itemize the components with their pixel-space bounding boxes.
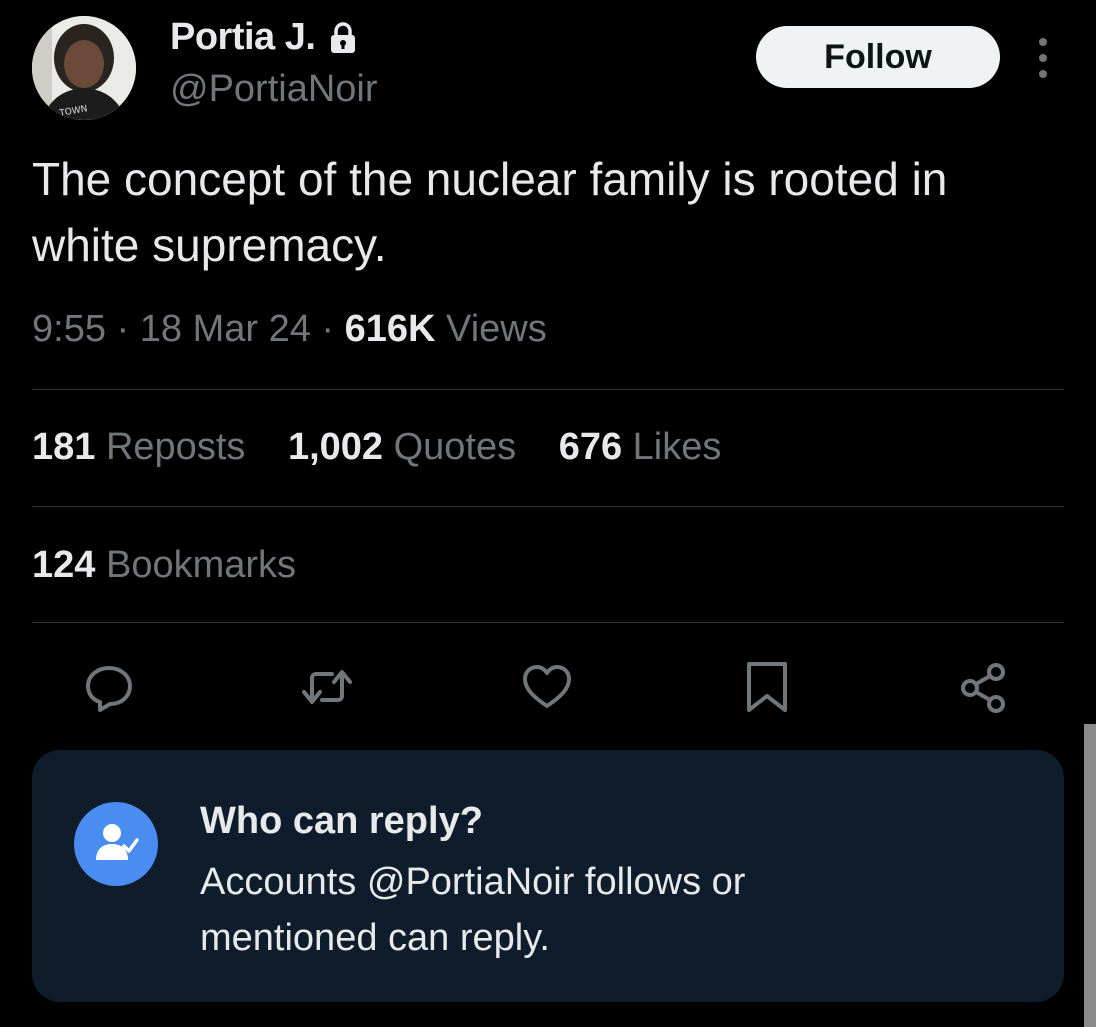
engagement-stats: 181 Reposts 1,002 Quotes 676 Likes	[32, 426, 753, 469]
share-icon[interactable]	[958, 660, 1012, 714]
meta-separator: ·	[116, 308, 130, 350]
repost-icon[interactable]	[300, 660, 354, 714]
avatar[interactable]: TOWN	[32, 16, 136, 120]
who-can-reply-description: Accounts @PortiaNoir follows or mentione…	[200, 861, 746, 959]
likes-count: 676	[558, 426, 623, 468]
author-handle[interactable]: @PortiaNoir	[170, 68, 378, 111]
follow-button[interactable]: Follow	[756, 26, 1000, 88]
scrollbar[interactable]	[1084, 724, 1096, 1027]
who-can-reply-title: Who can reply?	[200, 800, 483, 842]
avatar-image: TOWN	[32, 16, 136, 120]
tweet-text: The concept of the nuclear family is roo…	[32, 153, 948, 271]
author-name[interactable]: Portia J.	[170, 16, 316, 59]
quotes-stat[interactable]: 1,002 Quotes	[288, 426, 516, 468]
bookmarks-count: 124	[32, 544, 96, 586]
divider	[32, 622, 1064, 623]
user-check-icon	[74, 802, 158, 886]
meta-separator: ·	[321, 308, 335, 350]
divider	[32, 389, 1064, 390]
views-count: 616K	[344, 308, 436, 350]
reposts-stat[interactable]: 181 Reposts	[32, 426, 245, 468]
likes-label: Likes	[632, 426, 722, 468]
tweet-time[interactable]: 9:55	[32, 308, 106, 350]
tweet-meta: 9:55 · 18 Mar 24 · 616K Views	[32, 308, 547, 351]
lock-icon	[327, 21, 359, 55]
views-label: Views	[446, 308, 547, 350]
bookmark-icon[interactable]	[740, 660, 794, 714]
bookmarks-label: Bookmarks	[105, 544, 297, 586]
bookmarks-stat[interactable]: 124 Bookmarks	[32, 544, 296, 587]
reposts-count: 181	[32, 426, 96, 468]
author-name-row: Portia J.	[170, 16, 359, 59]
reply-icon[interactable]	[82, 660, 136, 714]
tweet-date[interactable]: 18 Mar 24	[140, 308, 311, 350]
like-icon[interactable]	[520, 660, 574, 714]
tweet-header: TOWN Portia J. @PortiaNoir Follow	[0, 0, 1096, 130]
more-vertical-icon[interactable]	[1028, 36, 1058, 80]
reposts-label: Reposts	[105, 426, 246, 468]
divider	[32, 506, 1064, 507]
quotes-label: Quotes	[393, 426, 517, 468]
who-can-reply-card: Who can reply? Accounts @PortiaNoir foll…	[32, 750, 1064, 1002]
likes-stat[interactable]: 676 Likes	[559, 426, 722, 468]
quotes-count: 1,002	[287, 426, 384, 468]
